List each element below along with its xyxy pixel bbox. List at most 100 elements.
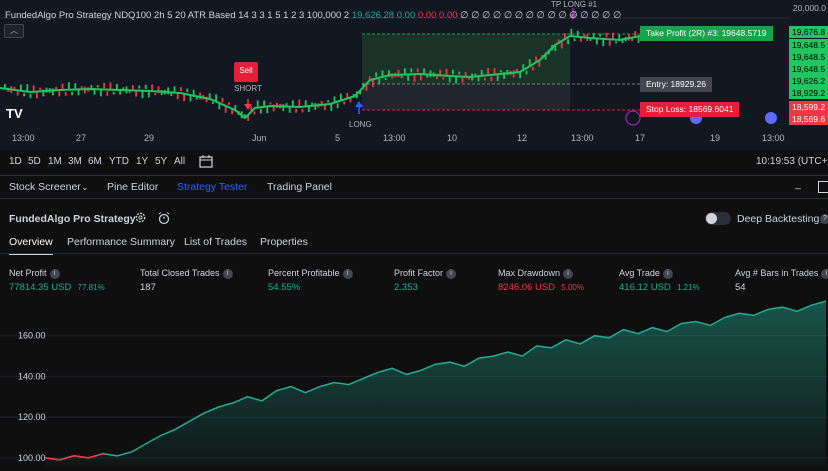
candle [452, 70, 454, 75]
candle [55, 87, 57, 90]
tab-properties[interactable]: Properties [260, 236, 308, 248]
candle [526, 71, 528, 75]
candle [609, 40, 611, 45]
tab-performance-summary[interactable]: Performance Summary [67, 236, 175, 248]
candle [449, 77, 451, 82]
x-axis-label: 13:00 [383, 133, 406, 143]
tab-strategy-tester[interactable]: Strategy Tester [177, 181, 247, 193]
candle [23, 93, 25, 96]
info-icon[interactable]: i [223, 269, 233, 279]
range-button-1m[interactable]: 1M [48, 156, 62, 167]
range-button-1y[interactable]: 1Y [136, 156, 148, 167]
price-scale-label: 19,648.5 [789, 63, 828, 75]
candle [254, 111, 256, 114]
maximize-icon[interactable] [818, 181, 828, 193]
x-axis-label: 29 [144, 133, 154, 143]
candle [487, 68, 489, 75]
long-label: LONG [349, 120, 372, 129]
range-button-all[interactable]: All [174, 156, 185, 167]
candle [372, 80, 374, 87]
info-icon[interactable]: i [50, 269, 60, 279]
gear-icon[interactable] [134, 211, 147, 229]
candle [110, 82, 112, 89]
candle [257, 100, 259, 107]
candle [215, 94, 217, 101]
candle [52, 88, 54, 95]
info-icon[interactable]: i [821, 269, 828, 279]
candle [286, 103, 288, 106]
calendar-range-icon[interactable] [196, 153, 216, 171]
candle [183, 94, 185, 101]
divider [0, 253, 828, 254]
candle [385, 78, 387, 80]
candle [497, 74, 499, 81]
info-icon[interactable]: i [446, 269, 456, 279]
minimize-icon[interactable]: _ [795, 178, 801, 190]
info-icon[interactable]: i [343, 269, 353, 279]
y-tick-label: 120.00 [18, 412, 46, 422]
x-axis-label: 5 [335, 133, 340, 143]
equity-chart[interactable]: 100.00120.00140.00160.00 [0, 295, 828, 466]
strategy-legend-params: NDQ100 2h 5 20 ATR Based 14 3 3 1 5 1 2 … [114, 10, 349, 21]
candle [167, 87, 169, 94]
price-chart[interactable]: FundedAlgo Pro Strategy NDQ100 2h 5 20 A… [0, 0, 828, 150]
info-icon[interactable]: ? [820, 214, 828, 224]
x-axis-label: 13:00 [762, 133, 785, 143]
candle [26, 84, 28, 91]
range-button-3m[interactable]: 3M [68, 156, 82, 167]
candle [334, 96, 336, 101]
info-icon[interactable]: i [563, 269, 573, 279]
tab-stock-screener[interactable]: Stock Screener [9, 181, 81, 193]
x-axis-label: 13:00 [12, 133, 35, 143]
candle [180, 87, 182, 91]
candle [97, 85, 99, 87]
candle [446, 69, 448, 76]
candle [327, 100, 329, 102]
range-button-5y[interactable]: 5Y [155, 156, 167, 167]
tp-long-label: TP LONG #1 [551, 0, 597, 9]
range-button-5d[interactable]: 5D [28, 156, 41, 167]
candle [68, 82, 70, 89]
candle [420, 74, 422, 80]
candle [100, 90, 102, 97]
candle [228, 102, 230, 105]
candle [266, 107, 268, 114]
metric-label: Avg Tradei [619, 268, 673, 279]
bottom-panel-tabs: Stock Screener ⌄ Pine Editor Strategy Te… [0, 176, 828, 199]
candle [484, 78, 486, 81]
candle [398, 70, 400, 77]
tradingview-logo: TV [6, 106, 23, 121]
candle [500, 70, 502, 72]
tab-list-of-trades[interactable]: List of Trades [184, 236, 247, 248]
candle [186, 89, 188, 93]
clock-timezone[interactable]: 10:19:53 (UTC+ [756, 156, 827, 167]
deep-backtesting-toggle[interactable] [705, 212, 731, 225]
candle [113, 92, 115, 95]
tab-trading-panel[interactable]: Trading Panel [267, 181, 332, 193]
range-button-ytd[interactable]: YTD [109, 156, 129, 167]
range-button-1d[interactable]: 1D [9, 156, 22, 167]
candle [407, 75, 409, 81]
equity-chart-canvas[interactable]: 100.00120.00140.00160.00 [0, 295, 828, 466]
candle [606, 33, 608, 37]
candle [71, 92, 73, 96]
candle [490, 77, 492, 81]
price-chart-canvas[interactable] [0, 0, 828, 150]
chevron-down-icon[interactable]: ⌄ [81, 182, 89, 193]
candle [330, 104, 332, 111]
x-axis-label: 27 [76, 133, 86, 143]
candle [103, 83, 105, 88]
candle [65, 92, 67, 96]
tab-pine-editor[interactable]: Pine Editor [107, 181, 158, 193]
metric-value: 54 [735, 282, 746, 293]
alarm-clock-icon[interactable] [157, 211, 171, 230]
info-icon[interactable]: i [663, 269, 673, 279]
candle [410, 69, 412, 73]
candle [282, 104, 284, 111]
range-button-6m[interactable]: 6M [88, 156, 102, 167]
candle [375, 73, 377, 77]
price-scale-label: 19,648.5 [789, 51, 828, 63]
metric-label: Net Profiti [9, 268, 60, 279]
short-label: SHORT [234, 84, 262, 93]
chevron-up-icon[interactable]: ︿ [4, 24, 24, 38]
